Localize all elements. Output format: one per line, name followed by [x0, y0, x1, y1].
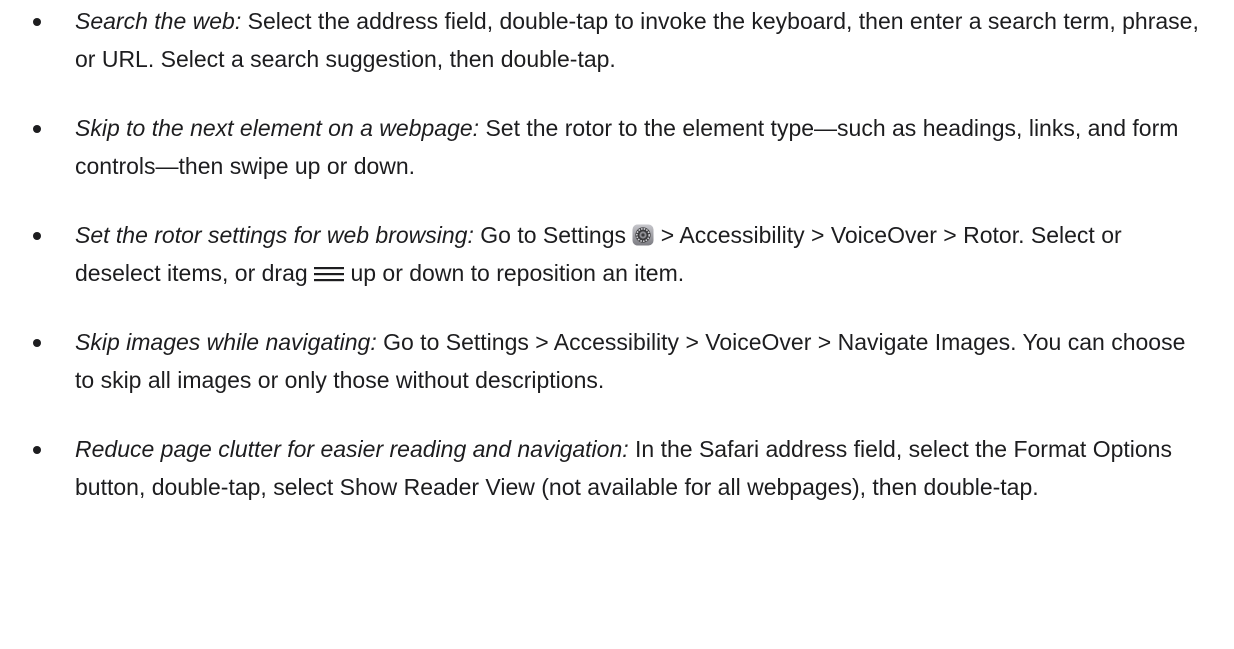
tip-skip-element: Skip to the next element on a webpage: S… — [0, 109, 1234, 185]
bullet-icon — [33, 18, 41, 26]
tip-skip-images: Skip images while navigating: Go to Sett… — [0, 323, 1234, 399]
tip-term: Set the rotor settings for web browsing: — [75, 222, 474, 248]
tip-text: up or down to reposition an item. — [344, 260, 685, 286]
tip-term: Reduce page clutter for easier reading a… — [75, 436, 629, 462]
tip-search-web: Search the web: Select the address field… — [0, 0, 1234, 78]
tip-term: Search the web: — [75, 8, 242, 34]
tip-reader-view: Reduce page clutter for easier reading a… — [0, 430, 1234, 506]
tip-text: Go to Settings — [473, 222, 633, 248]
settings-gear-icon — [632, 224, 654, 246]
bullet-icon — [33, 232, 41, 240]
tip-term: Skip images while navigating: — [75, 329, 377, 355]
bullet-icon — [33, 446, 41, 454]
bullet-icon — [33, 125, 41, 133]
bullet-icon — [33, 339, 41, 347]
tips-list: Search the web: Select the address field… — [0, 0, 1234, 506]
tip-term: Skip to the next element on a webpage: — [75, 115, 480, 141]
tip-rotor-settings: Set the rotor settings for web browsing:… — [0, 216, 1234, 292]
tip-text: Select the address field, double-tap to … — [75, 8, 1199, 72]
reorder-handle-icon — [314, 264, 345, 284]
